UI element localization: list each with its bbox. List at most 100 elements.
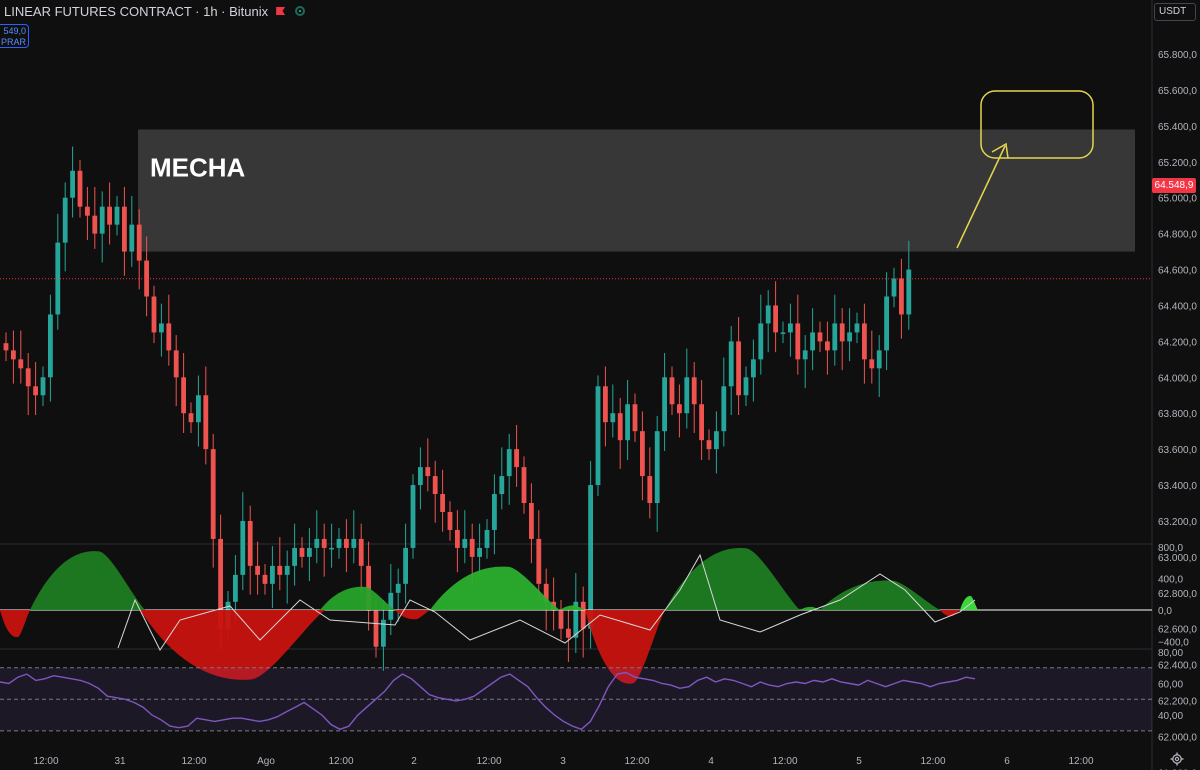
time-axis-label: 12:00 <box>920 756 945 767</box>
candle-body <box>699 404 704 441</box>
price-axis-label: 64.000,0 <box>1158 373 1197 384</box>
candle-body <box>899 278 904 315</box>
candle-body <box>351 538 357 548</box>
candle-body <box>358 538 364 566</box>
candle-body <box>802 350 808 360</box>
candle-body <box>314 538 320 548</box>
candle-body <box>447 512 453 530</box>
price-axis-label: 63.600,0 <box>1158 445 1197 456</box>
oscillator-axis-label: 400,0 <box>1158 575 1183 586</box>
candle-body <box>77 170 83 207</box>
candle-body <box>765 305 771 324</box>
price-axis-label: 62.800,0 <box>1158 589 1197 600</box>
price-axis-label: 62.000,0 <box>1158 732 1197 743</box>
chart-canvas[interactable]: 65.800,0 65.600,0 65.400,0 65.200,0 65.000,0… <box>0 0 1200 770</box>
candle-body <box>514 449 519 468</box>
candle-body <box>595 386 601 486</box>
order-label: PRAR <box>0 37 26 47</box>
candle-body <box>706 440 712 450</box>
candle-body <box>292 547 297 566</box>
oscillator-area <box>320 586 395 610</box>
market-status-icon[interactable] <box>295 6 306 16</box>
candle-body <box>477 547 482 557</box>
candle-body <box>773 305 778 333</box>
rsi-axis-label: 60,00 <box>1158 680 1183 691</box>
candle-body <box>233 574 238 602</box>
red-flag-icon[interactable] <box>276 7 286 15</box>
candle-body <box>85 206 90 216</box>
candle-body <box>70 170 75 198</box>
time-axis-label: 12:00 <box>328 756 353 767</box>
candle-body <box>795 323 801 360</box>
candle-body <box>48 314 53 378</box>
candle-body <box>625 404 630 441</box>
candle-body <box>425 467 431 477</box>
candle-body <box>788 323 793 333</box>
candle-body <box>506 449 512 477</box>
time-axis-label: 12:00 <box>1068 756 1093 767</box>
candle-body <box>62 197 68 243</box>
candle-body <box>166 323 172 351</box>
candle-body <box>691 377 697 405</box>
candle-body <box>240 520 246 575</box>
time-axis-label: 5 <box>856 756 862 767</box>
mecha-zone <box>138 129 1135 252</box>
oscillator-axis-label: 0,0 <box>1158 606 1172 617</box>
candle-body <box>617 413 623 441</box>
oscillator-area <box>820 580 940 610</box>
candle-body <box>647 476 653 504</box>
price-axis-label: 63.200,0 <box>1158 517 1197 528</box>
oscillator-area <box>395 610 430 620</box>
symbol-title[interactable]: LINEAR FUTURES CONTRACT · 1h · Bitunix <box>0 4 268 19</box>
price-axis-label: 62.600,0 <box>1158 625 1197 636</box>
candle-body <box>751 359 756 378</box>
candle-body <box>188 413 194 423</box>
candle-body <box>181 377 186 414</box>
candle-body <box>891 278 897 297</box>
candle-body <box>262 574 268 584</box>
candle-body <box>654 431 660 504</box>
candle-body <box>92 215 98 234</box>
oscillator-axis-label: 800,0 <box>1158 543 1183 554</box>
time-axis-label: 2 <box>411 756 417 767</box>
oscillator-area <box>0 610 30 638</box>
currency-selector[interactable]: USDT <box>1154 3 1196 21</box>
buy-order-box[interactable]: 549,0 PRAR <box>0 24 29 48</box>
candle-body <box>114 206 120 225</box>
candle-body <box>817 332 823 342</box>
candle-body <box>632 404 638 432</box>
candle-body <box>640 431 645 477</box>
candle-body <box>536 538 542 584</box>
candle-body <box>25 368 31 387</box>
candle-body <box>196 395 201 423</box>
candle-body <box>492 494 497 530</box>
candle-body <box>469 538 475 557</box>
price-axis-label: 65.200,0 <box>1158 158 1197 169</box>
candle-body <box>869 359 875 369</box>
time-axis-label: 6 <box>1004 756 1010 767</box>
candle-body <box>3 343 9 351</box>
oscillator-area <box>30 551 145 610</box>
candle-body <box>418 467 423 486</box>
candle-body <box>669 377 675 405</box>
candle-body <box>395 583 401 593</box>
candle-body <box>129 224 135 252</box>
candle-body <box>373 610 379 647</box>
candle-body <box>329 547 334 550</box>
candle-body <box>136 224 142 261</box>
candle-body <box>277 565 283 575</box>
price-axis-label: 65.000,0 <box>1158 194 1197 205</box>
candle-body <box>839 323 845 342</box>
mecha-label: MECHA <box>150 152 246 182</box>
price-axis-label: 62.200,0 <box>1158 697 1197 708</box>
candle-body <box>270 565 275 584</box>
candle-body <box>610 413 616 423</box>
time-axis-label: 4 <box>708 756 714 767</box>
time-axis-label: 12:00 <box>624 756 649 767</box>
time-axis-label: Ago <box>257 756 275 767</box>
candle-body <box>721 386 727 432</box>
candle-body <box>455 529 460 548</box>
time-axis-label: 31 <box>114 756 126 767</box>
price-axis-label: 63.800,0 <box>1158 409 1197 420</box>
gear-icon[interactable] <box>1170 752 1184 766</box>
